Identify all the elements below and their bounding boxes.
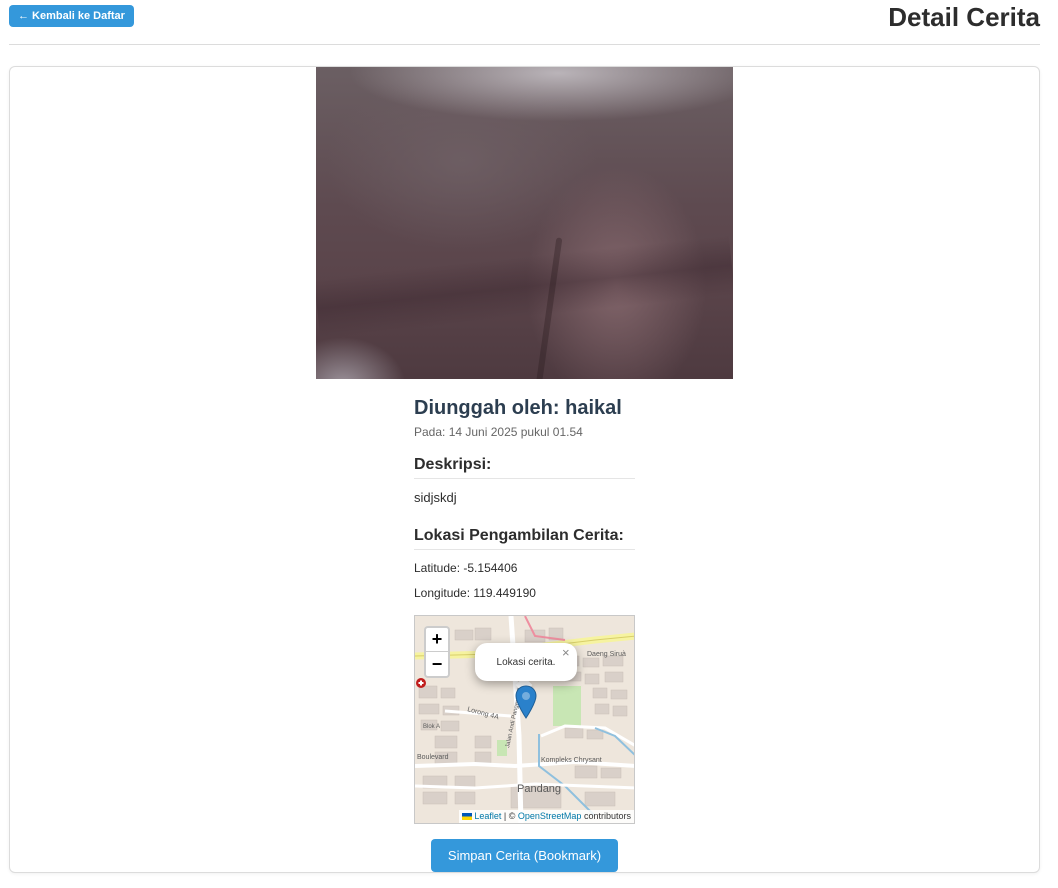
back-button-label: Kembali ke Daftar bbox=[32, 10, 125, 22]
attribution-separator: | © bbox=[503, 811, 516, 821]
zoom-out-button[interactable]: − bbox=[426, 652, 448, 676]
attribution-suffix: contributors bbox=[583, 811, 631, 821]
upload-date: Pada: 14 Juni 2025 pukul 01.54 bbox=[414, 424, 635, 440]
uploader-heading: Diunggah oleh: haikal bbox=[414, 390, 635, 426]
latitude-value: -5.154406 bbox=[463, 561, 518, 575]
ukraine-flag-icon bbox=[462, 813, 473, 820]
map-label-daeng: Daeng Siruà bbox=[587, 651, 626, 658]
description-text: sidjskdj bbox=[414, 490, 457, 505]
latitude-label: Latitude: bbox=[414, 561, 461, 575]
longitude-label: Longitude: bbox=[414, 586, 471, 600]
location-heading: Lokasi Pengambilan Cerita: bbox=[414, 527, 635, 550]
arrow-left-icon: ← bbox=[18, 10, 30, 22]
zoom-in-button[interactable]: + bbox=[426, 628, 448, 652]
openstreetmap-link[interactable]: OpenStreetMap bbox=[518, 811, 582, 821]
map-label-boulevard: Boulevard bbox=[417, 754, 449, 761]
popup-text: Lokasi cerita. bbox=[496, 656, 556, 668]
date-value: 14 Juni 2025 pukul 01.54 bbox=[448, 425, 583, 439]
longitude-value: 119.449190 bbox=[473, 586, 536, 600]
location-map[interactable]: Pandang Kompleks Chrysant Lorong 4A Blok… bbox=[414, 615, 635, 824]
header-divider bbox=[9, 44, 1040, 45]
leaflet-link[interactable]: Leaflet bbox=[474, 811, 501, 821]
latitude-row: Latitude: -5.154406 bbox=[414, 560, 635, 576]
bookmark-story-button[interactable]: Simpan Cerita (Bookmark) bbox=[431, 839, 618, 872]
map-label-blok: Blok A bbox=[423, 724, 440, 730]
popup-close-icon[interactable]: × bbox=[562, 646, 570, 659]
story-content: Diunggah oleh: haikal Pada: 14 Juni 2025… bbox=[414, 390, 635, 601]
longitude-row: Longitude: 119.449190 bbox=[414, 585, 635, 601]
date-label: Pada: bbox=[414, 425, 446, 439]
description-heading: Deskripsi: bbox=[414, 456, 635, 479]
uploader-name: haikal bbox=[565, 397, 622, 419]
map-attribution: Leaflet | © OpenStreetMap contributors bbox=[459, 810, 634, 823]
map-marker-icon[interactable] bbox=[515, 685, 537, 724]
uploader-label: Diunggah oleh: bbox=[414, 397, 560, 419]
zoom-control: + − bbox=[424, 626, 450, 678]
back-to-list-button[interactable]: ← Kembali ke Daftar bbox=[9, 5, 134, 27]
story-photo bbox=[316, 67, 733, 379]
map-label-kompleks: Kompleks Chrysant bbox=[541, 757, 602, 764]
map-label-pandang: Pandang bbox=[517, 783, 561, 795]
page-title: Detail Cerita bbox=[888, 2, 1040, 32]
